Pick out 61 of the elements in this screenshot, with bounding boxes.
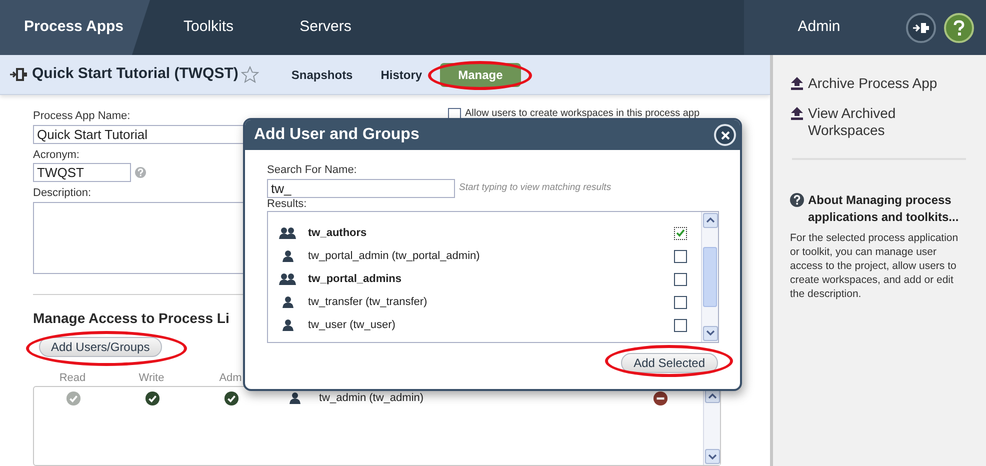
sidebar-link[interactable]: Archive Process App <box>808 75 968 92</box>
person-icon <box>289 392 301 404</box>
people-icon <box>279 227 297 239</box>
person-icon <box>282 319 294 331</box>
export-button[interactable] <box>906 12 936 42</box>
check-circle-icon[interactable] <box>224 390 239 406</box>
help-text: For the selected process application or toolkit, you can manage user access to the project, allow users to create workspaces, and add or edit the description. <box>790 231 960 301</box>
checkbox[interactable] <box>674 296 687 308</box>
check-icon <box>676 229 685 237</box>
nav-tab[interactable]: Toolkits <box>150 0 267 55</box>
connector-icon <box>913 22 929 34</box>
column-header: Adm <box>218 370 243 386</box>
help-icon <box>790 193 804 207</box>
person-icon <box>282 250 294 262</box>
page-tab[interactable]: History <box>370 62 432 86</box>
column-header: Read <box>58 370 87 386</box>
checkbox[interactable] <box>674 318 687 332</box>
people-icon <box>279 273 297 285</box>
result-name: tw_user (tw_user) <box>308 318 396 333</box>
result-name: tw_portal_admins <box>308 272 403 287</box>
nav-tab[interactable]: Servers <box>267 0 384 55</box>
scrollbar-thumb[interactable] <box>703 246 717 306</box>
field-label: Search For Name: <box>267 163 357 178</box>
help-button[interactable] <box>944 12 974 42</box>
field-label: Description: <box>33 186 92 201</box>
check-circle-icon[interactable] <box>145 390 160 406</box>
add-selected-button[interactable]: Add Selected <box>620 352 718 372</box>
checkbox[interactable] <box>674 226 687 240</box>
result-name: tw_portal_admin (tw_portal_admin) <box>308 248 481 264</box>
search-field[interactable]: tw_ <box>267 178 455 198</box>
scrollbar[interactable] <box>701 212 718 342</box>
nav-tab[interactable]: Process Apps <box>0 0 150 55</box>
sidebar-link[interactable]: View Archived Workspaces <box>808 105 968 139</box>
admin-tab[interactable]: Admin <box>744 0 894 55</box>
check-circle-icon[interactable] <box>66 390 81 406</box>
upload-icon <box>790 77 804 90</box>
column-header: Write <box>138 370 166 386</box>
result-name: tw_transfer (tw_transfer) <box>308 294 428 310</box>
field-label: Acronym: <box>33 148 80 162</box>
user-name: tw_admin (tw_admin) <box>319 390 425 406</box>
hint-text: Start typing to view matching results <box>459 180 612 195</box>
help-title: About Managing process applications and toolkits... <box>808 192 960 226</box>
checkbox[interactable] <box>674 250 687 262</box>
star-icon[interactable] <box>241 66 260 83</box>
upload-icon <box>790 107 804 120</box>
checkbox-label: Allow users to create workspaces in this process app <box>465 108 701 120</box>
help-icon <box>953 20 965 36</box>
remove-icon[interactable] <box>653 390 668 406</box>
person-icon <box>282 296 294 308</box>
field-label: Process App Name: <box>33 109 130 124</box>
connector-icon <box>10 68 28 81</box>
close-button[interactable] <box>714 124 736 146</box>
checkbox[interactable] <box>674 272 687 286</box>
section-heading: Manage Access to Process Li <box>33 308 230 328</box>
add-users-button[interactable]: Add Users/Groups <box>39 336 162 356</box>
acronym-input[interactable]: TWQST <box>33 163 131 182</box>
page-tab[interactable]: Snapshots <box>281 62 363 86</box>
field-label: Results: <box>267 198 307 210</box>
project-title: Quick Start Tutorial (TWQST) <box>32 64 238 84</box>
result-name: tw_authors <box>308 226 368 241</box>
close-icon <box>720 130 730 140</box>
